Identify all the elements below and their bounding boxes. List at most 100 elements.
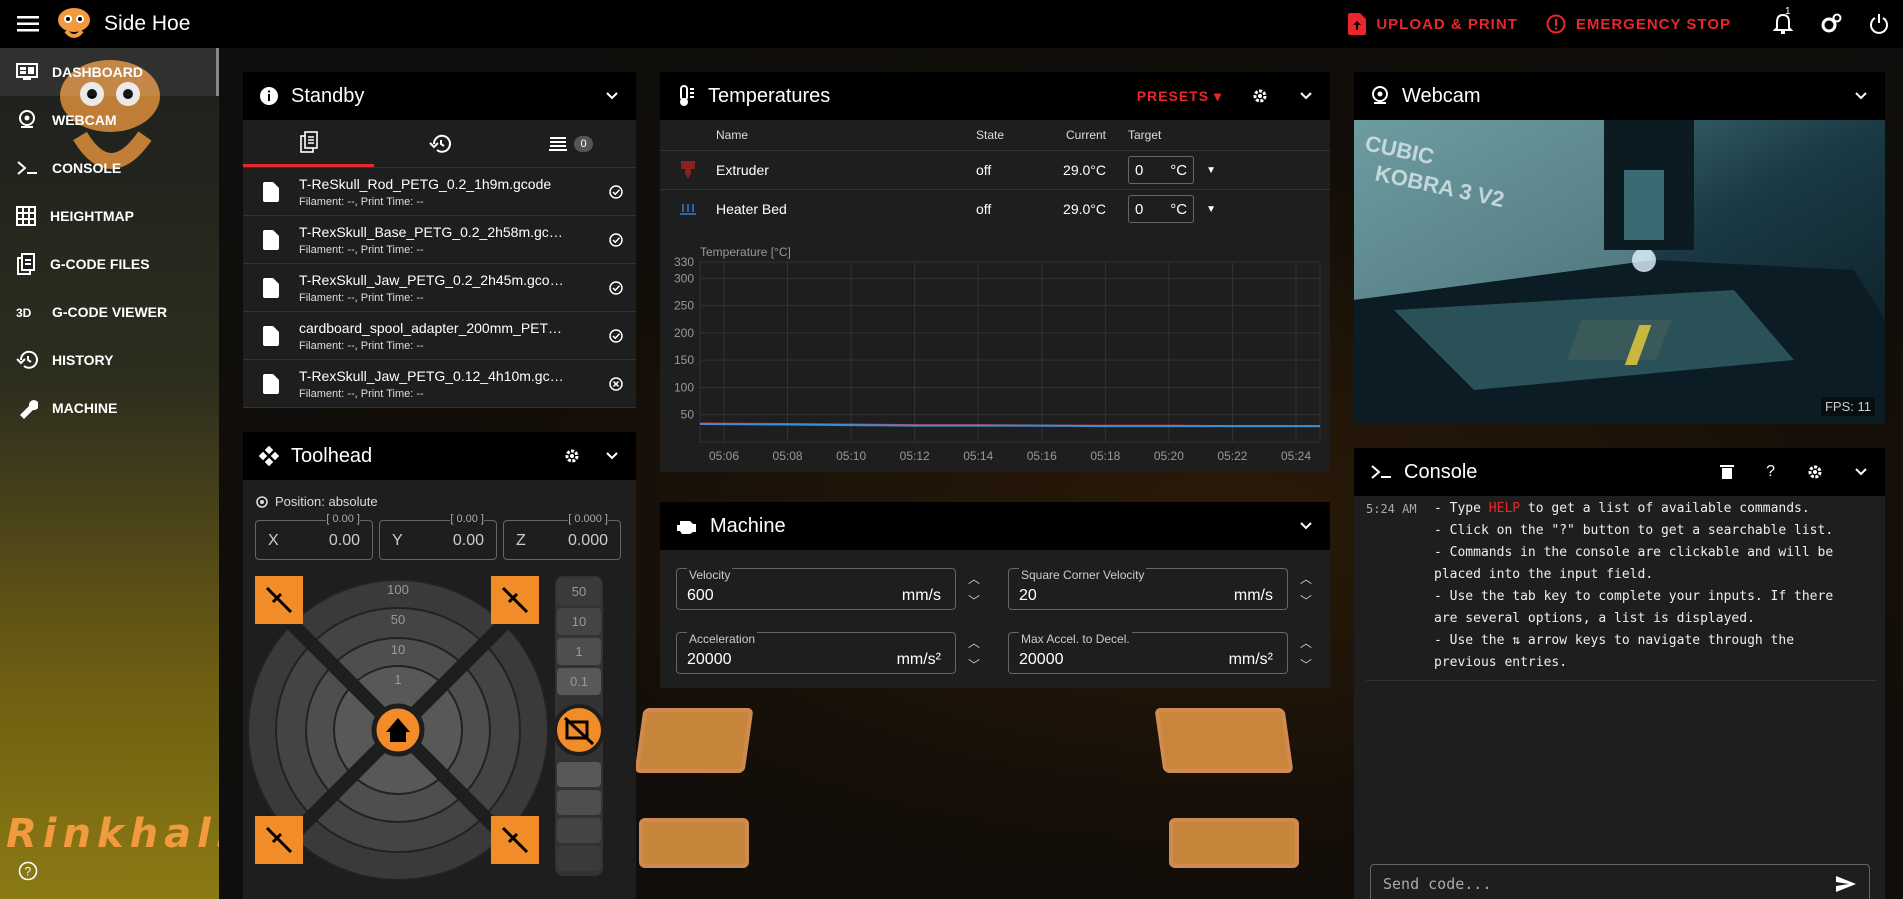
menu-icon[interactable] [0, 0, 56, 48]
chevron-down-icon[interactable] [1298, 518, 1314, 534]
chevron-down-icon[interactable] [604, 88, 620, 104]
nav-console[interactable]: CONSOLE [0, 144, 219, 192]
file-row[interactable]: cardboard_spool_adapter_200mm_PETG_0.2_1… [243, 312, 636, 360]
notifications-button[interactable]: 1 [1759, 0, 1807, 48]
power-icon [1870, 14, 1888, 34]
acceleration-field[interactable]: Acceleration 20000 mm/s² [676, 632, 956, 674]
webcam-panel: Webcam CUBIC KOBRA 3 V2 FPS: 11 [1354, 72, 1885, 424]
chevron-down-icon[interactable] [1853, 88, 1869, 104]
z-step-label: 10 [572, 614, 586, 629]
jog-control: 100 50 10 1 50 10 1 0.1 [243, 575, 605, 882]
position-mode: Position: absolute [255, 494, 378, 509]
axis-value: 0.000 [567, 532, 608, 549]
help-icon[interactable]: ? [1766, 463, 1775, 481]
wrench-icon [20, 400, 38, 419]
y-position-field[interactable]: Y 0.00 [ 0.00 ] [379, 513, 497, 560]
chevron-down-icon[interactable] [1853, 464, 1869, 480]
file-icon [263, 325, 279, 346]
presets-button[interactable]: PRESETS ▾ [1137, 88, 1222, 105]
y-tick-label: 300 [674, 271, 694, 285]
z-position-field[interactable]: Z 0.000 [ 0.000 ] [503, 513, 621, 560]
chevron-down-icon[interactable] [604, 448, 620, 464]
nav-heightmap[interactable]: HEIGHTMAP [0, 192, 219, 240]
file-row[interactable]: T-RexSkull_Base_PETG_0.2_2h58m.gcode Fila… [243, 216, 636, 264]
nav-machine[interactable]: MACHINE [0, 384, 219, 432]
upload-print-button[interactable]: UPLOAD & PRINT [1348, 13, 1518, 35]
scv-unit: mm/s [1233, 587, 1273, 604]
x-tick-label: 05:20 [1154, 449, 1184, 463]
axis-value: 0.00 [328, 532, 360, 549]
webcam-stream: CUBIC KOBRA 3 V2 [1354, 120, 1885, 424]
heat-bed-icon [680, 204, 696, 215]
console-text: - Type [1434, 501, 1489, 516]
y-tick-label: 250 [674, 299, 694, 313]
z-step-label: 0.1 [570, 674, 588, 689]
acceleration-value: 20000 [687, 651, 732, 668]
send-code-input[interactable]: Send code... [1370, 864, 1870, 899]
z-step-down-button[interactable] [557, 790, 601, 815]
col-target: Target [1128, 128, 1162, 142]
monitor-dashboard-icon [16, 63, 38, 80]
file-upload-icon [1348, 13, 1367, 35]
background-decor [639, 818, 749, 868]
nav-webcam[interactable]: WEBCAM [0, 96, 219, 144]
tab-history[interactable] [374, 120, 505, 167]
tab-files[interactable] [243, 120, 374, 167]
file-name: T-ReSkull_Rod_PETG_0.2_1h9m.gcode [299, 175, 552, 192]
target-dropdown-icon[interactable]: ▼ [1206, 165, 1216, 176]
target-dropdown-icon[interactable]: ▼ [1206, 204, 1216, 215]
machine-panel: Machine Velocity 600 mm/s ︿ ﹀ Square Corner… [660, 502, 1330, 688]
target-temp-input[interactable]: 0 °C [1128, 195, 1195, 223]
nav-gcode-files[interactable]: G-CODE FILES [0, 240, 219, 288]
z-step-down-button[interactable] [557, 818, 601, 843]
temperatures-title: Temperatures [708, 84, 831, 107]
x-tick-label: 05:18 [1090, 449, 1120, 463]
decel-field[interactable]: Max Accel. to Decel. 20000 mm/s² [1008, 632, 1288, 674]
nav-gcode-viewer[interactable]: 3D G-CODE VIEWER [0, 288, 219, 336]
file-document-icon [17, 253, 35, 275]
emergency-stop-button[interactable]: EMERGENCY STOP [1546, 14, 1731, 34]
queue-count-badge: 0 [574, 135, 593, 152]
send-icon[interactable] [1835, 875, 1857, 893]
trash-icon[interactable] [1720, 464, 1735, 480]
settings-button[interactable] [1807, 0, 1855, 48]
file-row[interactable]: T-RexSkull_Jaw_PETG_0.2_2h45m.gcode Filam… [243, 264, 636, 312]
file-row[interactable]: T-RexSkull_Jaw_PETG_0.12_4h10m.gcode Fila… [243, 360, 636, 408]
decel-stepper[interactable]: ︿ ﹀ [1300, 632, 1312, 676]
upload-print-label: UPLOAD & PRINT [1376, 15, 1518, 33]
velocity-field[interactable]: Velocity 600 mm/s [676, 568, 956, 610]
toolhead-header: Toolhead [243, 432, 636, 480]
console-line: - Use the tab key to complete your input… [1434, 589, 1834, 604]
printer-nozzle-icon [681, 161, 695, 179]
z-step-down-button[interactable] [557, 846, 601, 871]
file-list: T-ReSkull_Rod_PETG_0.2_1h9m.gcode Filamen… [243, 168, 636, 408]
tab-queue[interactable]: 0 [505, 120, 636, 167]
acceleration-stepper[interactable]: ︿ ﹀ [968, 632, 980, 676]
xy-step-label: 10 [391, 642, 405, 657]
x-position-field[interactable]: X 0.00 [ 0.00 ] [255, 513, 373, 560]
temperatures-panel: Temperatures PRESETS ▾ Name State Curren… [660, 72, 1330, 472]
file-meta: Filament: --, Print Time: -- [299, 387, 424, 400]
z-step-down-button[interactable] [557, 762, 601, 787]
gear-icon[interactable] [1807, 464, 1823, 480]
file-row[interactable]: T-ReSkull_Rod_PETG_0.2_1h9m.gcode Filamen… [243, 168, 636, 216]
scv-field[interactable]: Square Corner Velocity 20 mm/s [1008, 568, 1288, 610]
close-circle-icon [609, 376, 623, 391]
chevron-down-icon[interactable] [1298, 88, 1314, 104]
xy-step-label: 1 [394, 672, 401, 687]
help-icon[interactable]: ? [18, 861, 38, 881]
target-temp-input[interactable]: 0 °C [1128, 156, 1195, 184]
nav-dashboard[interactable]: DASHBOARD [0, 48, 219, 96]
gear-icon[interactable] [564, 448, 580, 464]
power-button[interactable] [1855, 0, 1903, 48]
x-tick-label: 05:24 [1281, 449, 1311, 463]
check-circle-icon [609, 280, 623, 295]
nav-history[interactable]: HISTORY [0, 336, 219, 384]
gear-icon[interactable] [1252, 88, 1268, 104]
x-tick-label: 05:22 [1217, 449, 1247, 463]
series-line-heater-bed [699, 423, 1320, 428]
velocity-stepper[interactable]: ︿ ﹀ [968, 568, 980, 612]
scv-stepper[interactable]: ︿ ﹀ [1300, 568, 1312, 612]
console-text: to get a list of available commands. [1520, 501, 1810, 516]
help-command-link[interactable]: HELP [1489, 501, 1520, 516]
